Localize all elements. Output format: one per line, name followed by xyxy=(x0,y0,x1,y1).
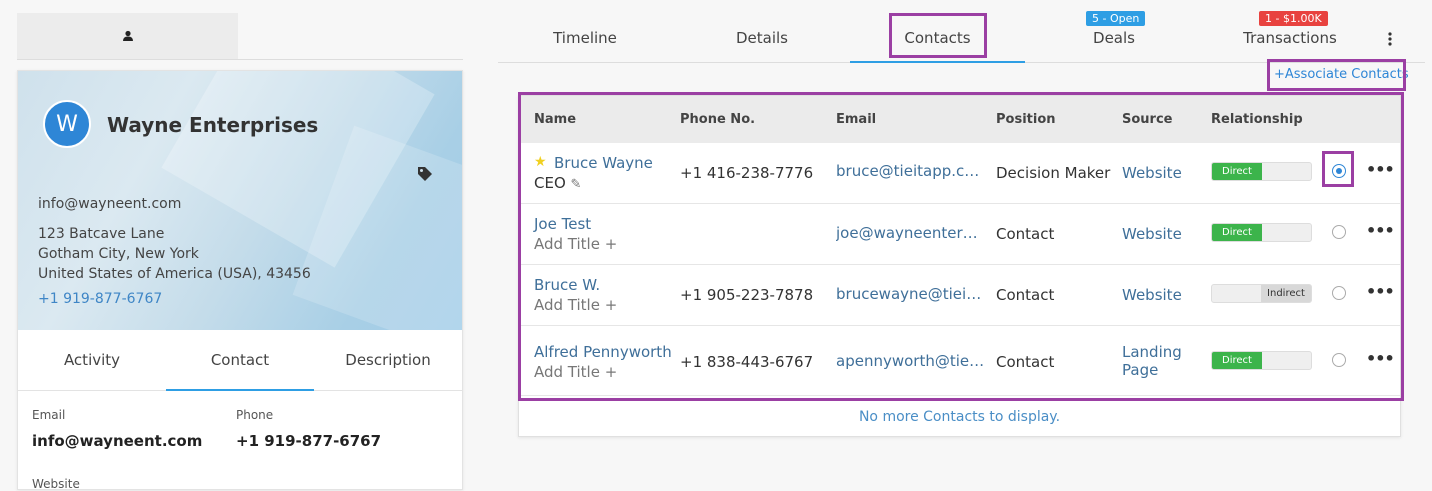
tab-contacts[interactable]: Contacts xyxy=(850,13,1025,63)
company-phone[interactable]: +1 919-877-6767 xyxy=(38,291,162,307)
tab-details[interactable]: Details xyxy=(702,13,822,62)
relationship-label: Direct xyxy=(1212,352,1262,369)
transactions-badge: 1 - $1.00K xyxy=(1259,11,1328,26)
deals-badge: 5 - Open xyxy=(1086,11,1146,26)
email-label: Email xyxy=(32,408,66,422)
col-relationship[interactable]: Relationship xyxy=(1211,112,1303,127)
table-row: Joe Test Add Title + joe@wayneenterpri..… xyxy=(519,204,1400,265)
more-vertical-icon[interactable] xyxy=(1387,31,1393,47)
contact-email[interactable]: brucewayne@tieita... xyxy=(836,285,986,303)
contact-position: Contact xyxy=(996,286,1055,304)
row-more-icon[interactable]: ••• xyxy=(1366,282,1395,301)
address-line-1: 123 Batcave Lane xyxy=(38,226,165,242)
contact-name[interactable]: Alfred Pennyworth xyxy=(534,343,672,361)
company-email[interactable]: info@wayneent.com xyxy=(38,196,181,212)
table-row: Bruce W. Add Title + +1 905-223-7878 bru… xyxy=(519,265,1400,326)
tag-icon[interactable] xyxy=(416,165,434,183)
address-line-3: United States of America (USA), 43456 xyxy=(38,266,311,282)
person-icon xyxy=(122,30,133,41)
contact-source[interactable]: Website xyxy=(1122,225,1182,243)
contact-phone: +1 838-443-6767 xyxy=(680,353,814,371)
primary-radio[interactable] xyxy=(1332,164,1346,178)
tab-transactions-label: Transactions xyxy=(1243,28,1337,47)
contact-title: CEO ✎ xyxy=(534,174,581,192)
relationship-label: Direct xyxy=(1212,163,1262,180)
col-position[interactable]: Position xyxy=(996,112,1056,127)
row-more-icon[interactable]: ••• xyxy=(1366,221,1395,240)
add-title-button[interactable]: Add Title + xyxy=(534,235,617,253)
primary-radio[interactable] xyxy=(1332,286,1346,300)
table-row: ★ Bruce Wayne CEO ✎ +1 416-238-7776 bruc… xyxy=(519,143,1400,204)
table-header: Name Phone No. Email Position Source Rel… xyxy=(519,96,1400,143)
phone-label: Phone xyxy=(236,408,274,422)
contact-email[interactable]: bruce@tieitapp.com xyxy=(836,162,986,180)
relationship-toggle[interactable]: Indirect xyxy=(1211,284,1312,303)
avatar: W xyxy=(43,100,91,148)
company-name: Wayne Enterprises xyxy=(107,113,319,137)
tab-activity[interactable]: Activity xyxy=(18,330,166,390)
tab-contact[interactable]: Contact xyxy=(166,330,314,391)
relationship-label: Indirect xyxy=(1261,285,1311,302)
add-title-button[interactable]: Add Title + xyxy=(534,296,617,314)
title-text: CEO xyxy=(534,174,566,192)
relationship-toggle[interactable]: Direct xyxy=(1211,223,1312,242)
contact-name[interactable]: Bruce W. xyxy=(534,276,600,294)
company-card: W Wayne Enterprises info@wayneent.com 12… xyxy=(17,70,463,491)
contact-name[interactable]: Bruce Wayne xyxy=(554,154,653,172)
row-more-icon[interactable]: ••• xyxy=(1366,349,1395,368)
contact-email[interactable]: apennyworth@tieit... xyxy=(836,352,986,370)
left-column: W Wayne Enterprises info@wayneent.com 12… xyxy=(17,13,463,491)
email-value: info@wayneent.com xyxy=(32,432,203,450)
add-title-button[interactable]: Add Title + xyxy=(534,363,617,381)
associate-contacts-button[interactable]: +Associate Contacts xyxy=(1274,67,1409,82)
no-more-contacts: No more Contacts to display. xyxy=(858,409,1061,425)
contacts-panel: Name Phone No. Email Position Source Rel… xyxy=(518,95,1401,437)
relationship-label: Direct xyxy=(1212,224,1262,241)
contact-source[interactable]: Landing Page xyxy=(1122,343,1182,379)
contact-position: Contact xyxy=(996,225,1055,243)
contact-source[interactable]: Website xyxy=(1122,164,1182,182)
tab-deals-label: Deals xyxy=(1093,28,1135,47)
contact-position: Contact xyxy=(996,353,1055,371)
col-source[interactable]: Source xyxy=(1122,112,1172,127)
contact-phone: +1 416-238-7776 xyxy=(680,164,814,182)
left-tabs: Activity Contact Description xyxy=(18,330,462,391)
tab-description[interactable]: Description xyxy=(314,330,462,390)
relationship-toggle[interactable]: Direct xyxy=(1211,162,1312,181)
contact-source[interactable]: Website xyxy=(1122,286,1182,304)
contact-phone: +1 905-223-7878 xyxy=(680,286,814,304)
primary-radio[interactable] xyxy=(1332,353,1346,367)
tab-timeline[interactable]: Timeline xyxy=(525,13,645,62)
contact-email[interactable]: joe@wayneenterpri... xyxy=(836,224,986,242)
pencil-icon[interactable]: ✎ xyxy=(571,177,582,192)
col-phone[interactable]: Phone No. xyxy=(680,112,755,127)
address-line-2: Gotham City, New York xyxy=(38,246,199,262)
relationship-toggle[interactable]: Direct xyxy=(1211,351,1312,370)
contact-name[interactable]: Joe Test xyxy=(534,215,591,233)
col-name[interactable]: Name xyxy=(534,112,576,127)
person-tab[interactable] xyxy=(17,13,238,60)
contact-position: Decision Maker xyxy=(996,164,1111,182)
star-icon[interactable]: ★ xyxy=(534,154,547,170)
row-more-icon[interactable]: ••• xyxy=(1366,160,1395,179)
primary-radio[interactable] xyxy=(1332,225,1346,239)
table-row: Alfred Pennyworth Add Title + +1 838-443… xyxy=(519,326,1400,396)
col-email[interactable]: Email xyxy=(836,112,876,127)
phone-value: +1 919-877-6767 xyxy=(236,432,382,450)
website-label: Website xyxy=(32,477,80,491)
company-hero: W Wayne Enterprises info@wayneent.com 12… xyxy=(18,71,462,330)
